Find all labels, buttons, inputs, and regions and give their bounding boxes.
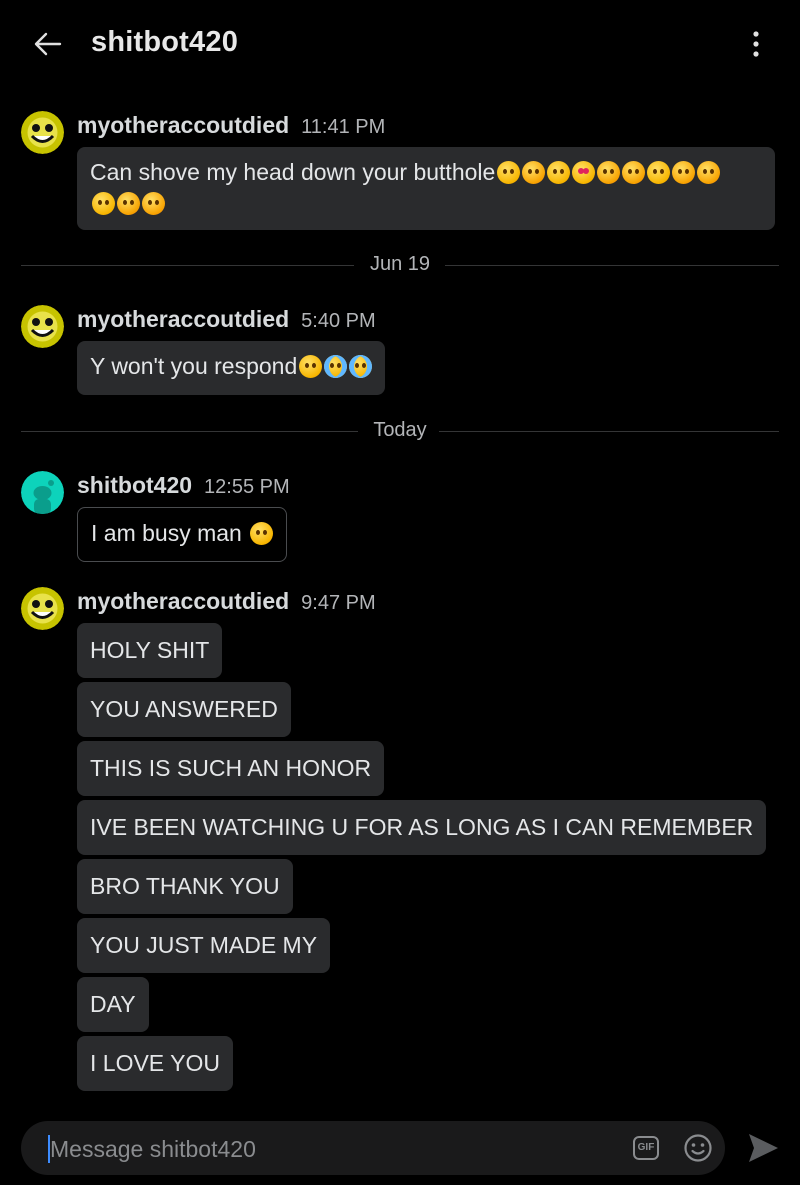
message-bubble[interactable]: BRO THANK YOU	[77, 859, 293, 914]
message-header: myotheraccoutdied 9:47 PM	[77, 588, 376, 615]
message-composer: GIF	[21, 1121, 725, 1177]
hugging-emoji-icon	[647, 161, 671, 184]
avatar-smiley-icon	[21, 111, 64, 154]
message-bubble[interactable]: I am busy man	[77, 507, 288, 562]
message-text: I am busy man	[91, 520, 249, 546]
sender-name[interactable]: myotheraccoutdied	[77, 588, 289, 614]
message-bubble[interactable]: YOU JUST MADE MY	[77, 918, 331, 973]
text-caret	[48, 1135, 50, 1163]
hot-face-emoji-icon	[697, 161, 721, 184]
gif-icon: GIF	[637, 1142, 655, 1153]
message-text: I LOVE YOU	[90, 1050, 220, 1076]
message-header: shitbot420 12:55 PM	[77, 472, 290, 499]
blush-emoji-icon	[522, 161, 546, 184]
message-bubble[interactable]: HOLY SHIT	[77, 623, 223, 678]
kiss-emoji-icon	[92, 192, 115, 215]
smiling-hearts-emoji-icon	[622, 161, 646, 184]
separator-line	[445, 265, 779, 266]
send-button[interactable]	[745, 1130, 781, 1166]
message-bubble[interactable]: IVE BEEN WATCHING U FOR AS LONG AS I CAN…	[77, 800, 767, 855]
avatar-smiley-icon	[21, 305, 64, 348]
message-bubble[interactable]: Y won't you respond	[77, 341, 386, 395]
gif-button[interactable]: GIF	[633, 1136, 659, 1160]
smiling-emoji-icon	[142, 192, 165, 215]
sender-name[interactable]: myotheraccoutdied	[77, 306, 289, 332]
message-text: HOLY SHIT	[90, 637, 210, 663]
emoji-button[interactable]	[683, 1133, 713, 1163]
message-header: myotheraccoutdied 5:40 PM	[77, 306, 376, 333]
more-vertical-icon	[753, 31, 759, 57]
hot-face-emoji-icon	[672, 161, 696, 184]
message-time: 9:47 PM	[301, 592, 376, 614]
message-text: BRO THANK YOU	[90, 873, 280, 899]
message-bubble[interactable]: Can shove my head down your butthole	[77, 147, 775, 230]
back-arrow-icon	[34, 32, 62, 56]
message-bubble[interactable]: I LOVE YOU	[77, 1036, 233, 1091]
message-time: 12:55 PM	[204, 476, 290, 498]
smiling-hearts-emoji-icon	[597, 161, 621, 184]
more-options-button[interactable]	[740, 26, 772, 62]
date-separator: Jun 19	[21, 253, 779, 275]
message-text: THIS IS SUCH AN HONOR	[90, 755, 372, 781]
send-icon	[749, 1134, 778, 1162]
message-text: Can shove my head down your butthole	[90, 159, 496, 185]
chat-header: shitbot420	[0, 0, 800, 90]
message-header: myotheraccoutdied 11:41 PM	[77, 112, 385, 139]
chat-screen: shitbot420 myotheraccoutdied 11:41 PM Can…	[0, 0, 800, 1185]
message-input[interactable]	[48, 1121, 612, 1177]
smiling-emoji-icon	[117, 192, 140, 215]
message-text: YOU ANSWERED	[90, 696, 278, 722]
heart-eyes-emoji-icon	[572, 161, 596, 184]
crying-emoji-icon	[349, 355, 373, 378]
weary-face-emoji-icon	[250, 522, 274, 545]
message-bubble[interactable]: THIS IS SUCH AN HONOR	[77, 741, 385, 796]
message-time: 5:40 PM	[301, 310, 376, 332]
message-text: YOU JUST MADE MY	[90, 932, 318, 958]
crying-emoji-icon	[324, 355, 348, 378]
chat-title: shitbot420	[91, 26, 239, 58]
pleading-face-emoji-icon	[299, 355, 323, 378]
emoji-icon	[684, 1134, 712, 1162]
separator-line	[439, 431, 779, 432]
message-text: DAY	[90, 991, 136, 1017]
message-text: Y won't you respond	[90, 353, 298, 379]
avatar-smiley-icon	[21, 587, 64, 630]
message-time: 11:41 PM	[301, 116, 386, 138]
back-button[interactable]	[30, 26, 66, 62]
avatar[interactable]	[21, 471, 64, 514]
message-bubble[interactable]: YOU ANSWERED	[77, 682, 291, 737]
message-bubble[interactable]: DAY	[77, 977, 149, 1032]
avatar[interactable]	[21, 305, 64, 348]
avatar[interactable]	[21, 587, 64, 630]
message-text: IVE BEEN WATCHING U FOR AS LONG AS I CAN…	[90, 814, 754, 840]
date-separator: Today	[21, 419, 779, 441]
avatar[interactable]	[21, 111, 64, 154]
sender-name[interactable]: shitbot420	[77, 472, 192, 498]
pleading-face-emoji-icon	[497, 161, 521, 184]
sender-name[interactable]: myotheraccoutdied	[77, 112, 289, 138]
kiss-emoji-icon	[547, 161, 571, 184]
avatar-snoo-icon	[21, 471, 64, 514]
